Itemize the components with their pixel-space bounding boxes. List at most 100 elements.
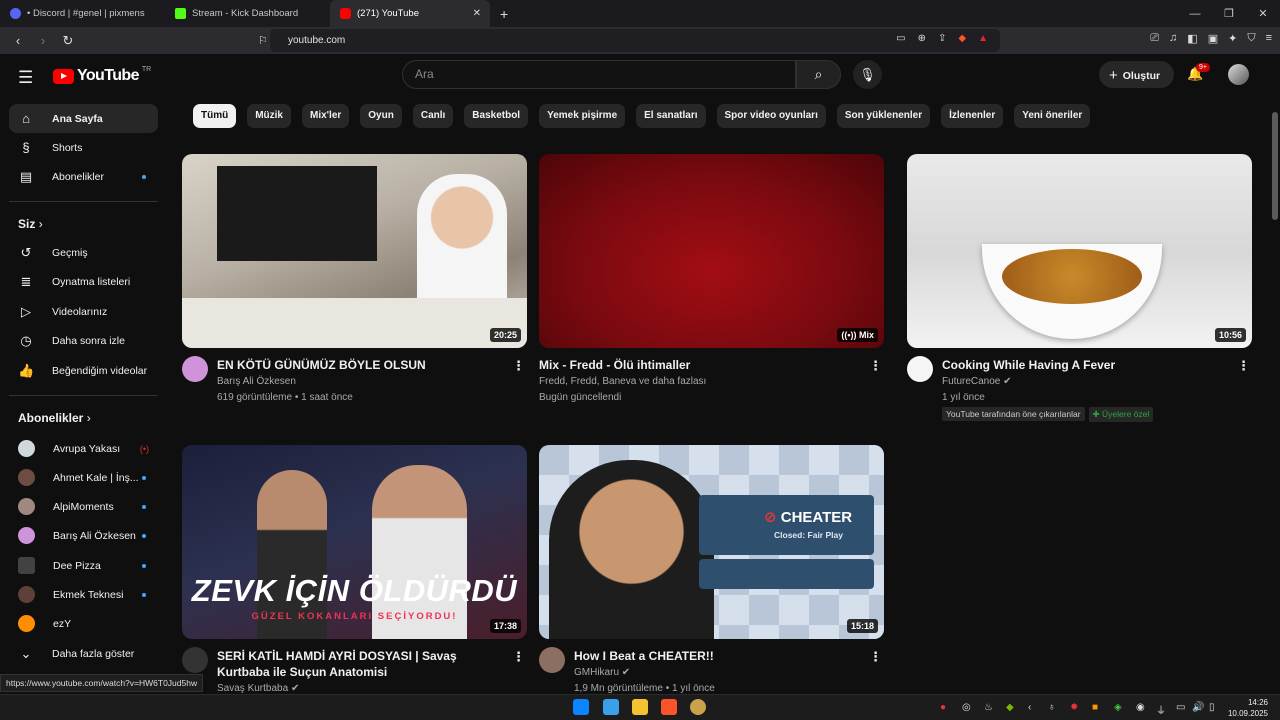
video-thumbnail[interactable]: ZEVK İÇİN ÖLDÜRDÜ GÜZEL KOKANLARI SEÇİYO… [182,445,527,639]
system-clock[interactable]: 14:26 10.09.2025 [1228,697,1268,719]
more-actions-icon[interactable]: ⋮ [869,358,882,374]
wallet-icon[interactable]: ▣ [1208,32,1218,45]
reload-icon[interactable]: ↻ [61,33,75,49]
steam-icon[interactable]: ♨ [984,702,993,713]
video-thumbnail[interactable]: 20:25 [182,154,527,348]
tab-youtube[interactable]: (271) YouTube ✕ [330,0,490,27]
forward-icon[interactable]: › [36,33,50,48]
tab-kick[interactable]: Stream - Kick Dashboard [165,0,330,27]
network-icon[interactable]: ▭ [1176,702,1185,713]
zoom-icon[interactable]: ⊕ [918,33,926,44]
channel-name[interactable]: GMHikaru [574,667,619,678]
tray-app-icon[interactable]: ◈ [1114,702,1122,713]
chip-watched[interactable]: İzlenenler [941,104,1004,128]
create-button[interactable]: + Oluştur [1099,61,1174,88]
tray-record-icon[interactable]: ● [940,702,946,713]
chip-music[interactable]: Müzik [247,104,291,128]
tray-app-icon[interactable]: ✸ [1070,702,1078,713]
chip-sports-games[interactable]: Spor video oyunları [716,104,826,128]
hamburger-menu-icon[interactable]: ☰ [18,68,33,88]
sidebar-sub-avrupa-yakasi[interactable]: Avrupa Yakası (•) [9,434,158,463]
account-avatar[interactable] [1228,64,1249,85]
league-client-icon[interactable] [690,699,706,715]
chip-cooking[interactable]: Yemek pişirme [539,104,626,128]
new-tab-button[interactable]: + [500,6,508,22]
video-title[interactable]: How I Beat a CHEATER!! [574,648,859,664]
battery-icon[interactable]: ▯ [1209,702,1215,713]
media-icon[interactable]: ♫ [1169,32,1177,45]
share-icon[interactable]: ⇪ [938,33,946,44]
video-title[interactable]: SERİ KATİL HAMDİ AYRİ DOSYASI | Savaş Ku… [217,648,502,680]
sidebar-item-liked[interactable]: 👍 Beğendiğim videolar [9,356,158,385]
video-title[interactable]: EN KÖTÜ GÜNÜMÜZ BÖYLE OLSUN [217,357,502,373]
more-actions-icon[interactable]: ⋮ [1237,358,1250,374]
chip-new-to-you[interactable]: Yeni öneriler [1014,104,1091,128]
close-window-icon[interactable]: ✕ [1246,7,1280,20]
tray-arrow-icon[interactable]: ‹ [1028,702,1031,713]
cast-icon[interactable]: ▭ [896,33,905,44]
back-icon[interactable]: ‹ [11,33,25,48]
channel-name[interactable]: Fredd, Fredd, Baneva ve daha fazlası [539,376,706,387]
channel-avatar[interactable] [182,647,208,673]
video-title[interactable]: Cooking While Having A Fever [942,357,1227,373]
channel-name[interactable]: Savaş Kurtbaba [217,683,288,694]
sidebar-sub-alpimoments[interactable]: AlpiMoments [9,492,158,521]
channel-avatar[interactable] [907,356,933,382]
page-scrollbar[interactable] [1272,112,1278,220]
sidebar-item-subscriptions[interactable]: ▤ Abonelikler [9,162,158,191]
video-thumbnail[interactable]: ⊘ CHEATER Closed: Fair Play 15:18 [539,445,884,639]
screenshot-icon[interactable]: ⎚ [1150,32,1159,45]
channel-name[interactable]: Barış Ali Özkesen [217,376,296,387]
file-explorer-icon[interactable] [632,699,648,715]
voice-search-button[interactable]: 🎙 [853,60,882,89]
leo-icon[interactable]: ✦ [1228,32,1237,45]
sidebar-sub-ahmet-kale[interactable]: Ahmet Kale | İnş... [9,463,158,492]
youtube-logo[interactable]: YouTube TR [53,66,151,85]
chip-basketball[interactable]: Basketbol [464,104,529,128]
video-title[interactable]: Mix - Fredd - Ölü ihtimaller [539,357,824,373]
vpn-icon[interactable]: ⛉ [1247,32,1255,45]
sidebar-item-your-videos[interactable]: ▷ Videolarınız [9,297,158,326]
menu-icon[interactable]: ≡ [1266,32,1272,45]
tray-app-icon[interactable]: ■ [1092,702,1098,713]
mic-tray-icon[interactable]: ⏚ [1156,702,1166,717]
sidebar-sub-baris-ali[interactable]: Barış Ali Özkesen [9,521,158,550]
bookmark-icon[interactable]: ⚐ [258,34,268,47]
show-more-button[interactable]: ⌄ Daha fazla göster [9,639,158,668]
brave-browser-icon[interactable] [661,699,677,715]
close-icon[interactable]: ✕ [473,8,481,19]
tray-app-icon[interactable]: ◉ [1136,702,1145,713]
channel-avatar[interactable] [539,647,565,673]
sidebar-sub-ekmek-teknesi[interactable]: Ekmek Teknesi [9,580,158,609]
rewards-icon[interactable]: ▲ [978,33,988,44]
channel-avatar[interactable] [182,356,208,382]
subscriptions-section-header[interactable]: Abonelikler › [18,411,91,425]
tray-app-icon[interactable]: ♁ [1048,702,1056,713]
sidebar-sub-ezy[interactable]: ezY [9,609,158,638]
nvidia-icon[interactable]: ◆ [1006,702,1014,713]
sidebar-toggle-icon[interactable]: ◧ [1187,32,1197,45]
more-actions-icon[interactable]: ⋮ [512,649,525,665]
tray-app-icon[interactable]: ◎ [962,702,971,713]
chip-gaming[interactable]: Oyun [360,104,402,128]
url-field[interactable]: youtube.com ▭ ⊕ ⇪ ◆ ▲ [270,29,1000,52]
widgets-icon[interactable] [603,699,619,715]
tab-discord[interactable]: • Discord | #genel | pixmens [0,0,165,27]
windows-start-icon[interactable] [573,699,589,715]
minimize-icon[interactable]: — [1178,8,1212,20]
chip-live[interactable]: Canlı [412,104,454,128]
sidebar-item-home[interactable]: ⌂ Ana Sayfa [9,104,158,133]
chip-all[interactable]: Tümü [193,104,237,128]
video-thumbnail[interactable]: ((•)) Mix [539,154,884,348]
sidebar-item-history[interactable]: ↺ Geçmiş [9,238,158,267]
volume-icon[interactable]: 🔊 [1192,702,1204,713]
video-thumbnail[interactable]: 10:56 [907,154,1252,348]
you-section-header[interactable]: Siz › [18,217,43,231]
search-input[interactable]: Ara [402,60,796,89]
sidebar-item-shorts[interactable]: § Shorts [9,133,158,162]
more-actions-icon[interactable]: ⋮ [512,358,525,374]
chip-crafts[interactable]: El sanatları [636,104,706,128]
restore-icon[interactable]: ❐ [1212,7,1246,20]
more-actions-icon[interactable]: ⋮ [869,649,882,665]
chip-recently-uploaded[interactable]: Son yüklenenler [836,104,931,128]
